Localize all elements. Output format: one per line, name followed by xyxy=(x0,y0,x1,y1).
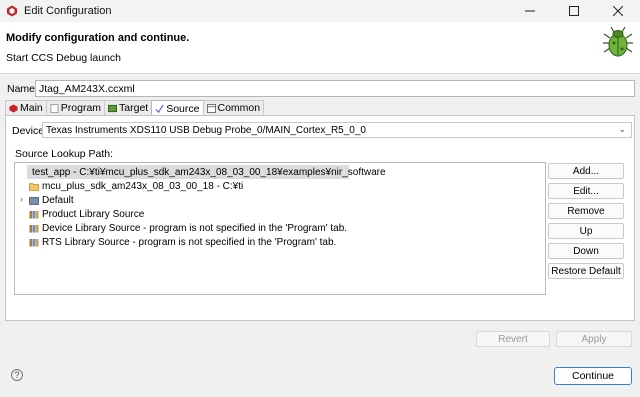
help-icon[interactable]: ? xyxy=(11,369,23,381)
up-button[interactable]: Up xyxy=(548,223,624,239)
source-tab-panel: Device Texas Instruments XDS110 USB Debu… xyxy=(5,115,635,321)
list-item-label: Product Library Source xyxy=(42,208,145,220)
tab-common-label: Common xyxy=(217,102,261,114)
tab-source[interactable]: Source xyxy=(151,100,204,116)
tab-target-label: Target xyxy=(119,102,149,114)
device-label: Device xyxy=(12,125,45,137)
tab-common[interactable]: Common xyxy=(202,100,265,115)
chevron-down-icon: ⌄ xyxy=(618,124,626,134)
list-item[interactable]: Device Library Source - program is not s… xyxy=(29,221,347,235)
maximize-icon xyxy=(569,6,579,16)
tab-program[interactable]: Program xyxy=(45,100,106,115)
list-item[interactable]: RTS Library Source - program is not spec… xyxy=(29,235,336,249)
chevron-right-icon[interactable]: › xyxy=(20,194,23,204)
list-item-label: Device Library Source - program is not s… xyxy=(42,222,348,234)
tab-target[interactable]: Target xyxy=(104,100,153,115)
tab-main[interactable]: Main xyxy=(5,100,47,115)
edit-button[interactable]: Edit... xyxy=(548,183,624,199)
list-item-label: test_app - C:¥ti¥mcu_plus_sdk_am243x_08_… xyxy=(32,166,386,178)
program-icon xyxy=(50,103,59,113)
source-lookup-label: Source Lookup Path: xyxy=(15,148,114,160)
apply-button[interactable]: Apply xyxy=(556,331,632,347)
restore-default-button[interactable]: Restore Default xyxy=(548,263,624,279)
default-icon xyxy=(29,196,39,205)
tab-main-label: Main xyxy=(20,102,43,114)
minimize-button[interactable] xyxy=(508,0,552,22)
folder-icon xyxy=(29,182,39,191)
library-icon xyxy=(29,210,39,218)
list-item[interactable]: Default xyxy=(29,193,74,207)
target-icon xyxy=(108,104,118,112)
dialog-heading: Modify configuration and continue. xyxy=(6,32,190,44)
continue-button[interactable]: Continue xyxy=(554,367,632,385)
list-item[interactable]: mcu_plus_sdk_am243x_08_03_00_18 - C:¥ti xyxy=(29,179,243,193)
common-icon xyxy=(206,103,216,113)
close-button[interactable] xyxy=(596,0,640,22)
list-item-label: RTS Library Source - program is not spec… xyxy=(42,236,337,248)
source-lookup-tree[interactable]: test_app - C:¥ti¥mcu_plus_sdk_am243x_08_… xyxy=(14,162,546,295)
source-icon xyxy=(155,104,164,113)
tab-program-label: Program xyxy=(60,102,102,114)
close-icon xyxy=(613,6,623,16)
dialog-header: Modify configuration and continue. Start… xyxy=(0,22,640,74)
app-icon xyxy=(7,5,17,17)
library-icon xyxy=(29,238,39,246)
revert-button[interactable]: Revert xyxy=(476,331,550,347)
list-item-label: mcu_plus_sdk_am243x_08_03_00_18 - C:¥ti xyxy=(42,180,244,192)
list-item[interactable]: Product Library Source xyxy=(29,207,144,221)
down-button[interactable]: Down xyxy=(548,243,624,259)
dialog-subtitle: Start CCS Debug launch xyxy=(6,52,121,64)
add-button[interactable]: Add... xyxy=(548,163,624,179)
tab-bar: Main Program Target Source Common xyxy=(5,100,265,116)
device-select[interactable]: Texas Instruments XDS110 USB Debug Probe… xyxy=(42,122,632,138)
remove-button[interactable]: Remove xyxy=(548,203,624,219)
minimize-icon xyxy=(525,10,535,12)
list-item[interactable]: test_app - C:¥ti¥mcu_plus_sdk_am243x_08_… xyxy=(27,165,386,179)
device-select-value: Texas Instruments XDS110 USB Debug Probe… xyxy=(46,125,366,136)
library-icon xyxy=(29,224,39,232)
main-icon xyxy=(9,103,18,113)
name-input[interactable]: Jtag_AM243X.ccxml xyxy=(35,80,635,97)
name-label: Name: xyxy=(7,83,38,95)
title-bar: Edit Configuration xyxy=(0,0,640,22)
tab-source-label: Source xyxy=(166,102,200,115)
debug-bug-icon xyxy=(603,26,633,57)
window-title: Edit Configuration xyxy=(24,5,112,17)
maximize-button[interactable] xyxy=(552,0,596,22)
list-item-label: Default xyxy=(42,194,74,206)
name-row: Name: Jtag_AM243X.ccxml xyxy=(5,80,636,98)
